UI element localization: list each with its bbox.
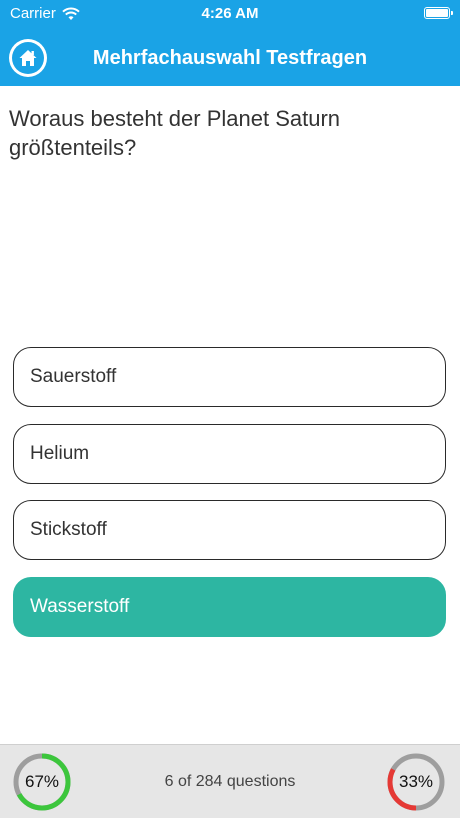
answer-option-2[interactable]: Helium	[13, 424, 446, 484]
answer-option-3[interactable]: Stickstoff	[13, 500, 446, 560]
question-text: Woraus besteht der Planet Saturn größten…	[9, 106, 341, 160]
clock: 4:26 AM	[201, 5, 259, 22]
answer-option-4[interactable]: Wasserstoff	[13, 577, 446, 637]
progress-footer: 67% 6 of 284 questions 33%	[0, 744, 460, 818]
nav-bar: Mehrfachauswahl Testfragen	[0, 30, 460, 86]
answer-label: Sauerstoff	[30, 366, 117, 387]
status-bar: Carrier 4:26 AM	[0, 0, 460, 30]
answer-label: Stickstoff	[30, 519, 107, 540]
wrong-percent: 33%	[398, 772, 434, 791]
wrong-progress-ring: 33%	[387, 753, 445, 811]
answer-label: Helium	[30, 443, 90, 464]
answer-label: Wasserstoff	[30, 596, 130, 617]
page-title: Mehrfachauswahl Testfragen	[92, 47, 368, 69]
battery-icon	[424, 7, 453, 19]
answer-option-1[interactable]: Sauerstoff	[13, 347, 446, 407]
